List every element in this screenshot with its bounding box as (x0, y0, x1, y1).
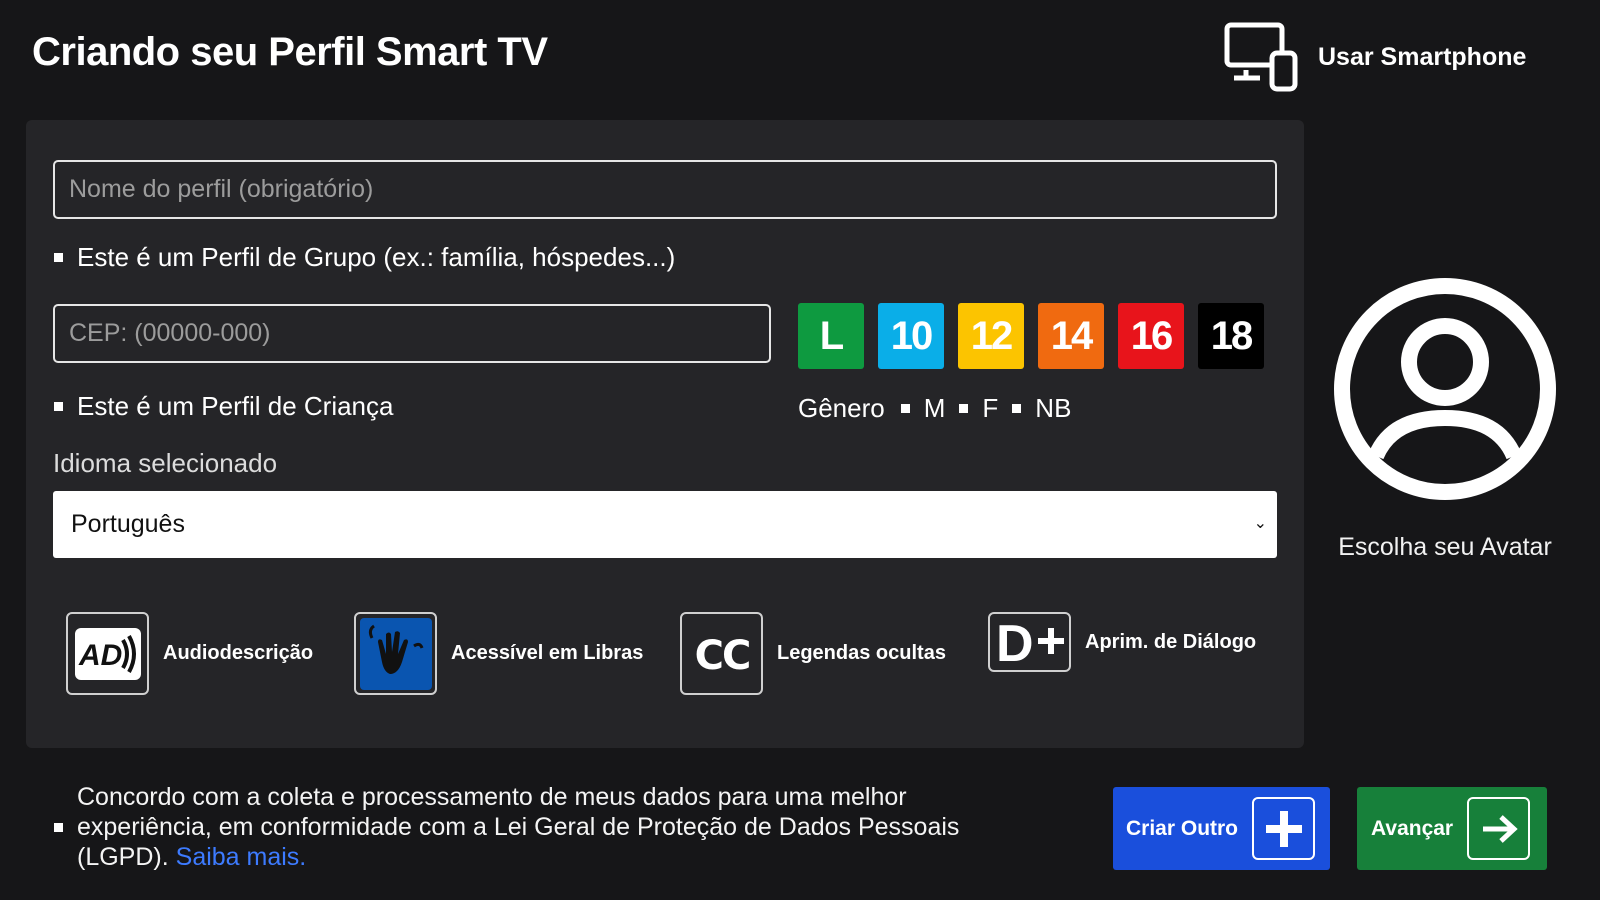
learn-more-link[interactable]: Saiba mais. (176, 843, 307, 871)
profile-name-input[interactable] (53, 160, 1277, 219)
gender-option-m[interactable]: M (900, 393, 946, 424)
radio-box (959, 404, 969, 413)
age-rating-14[interactable]: 14 (1038, 303, 1104, 369)
sign-language-option[interactable]: Acessível em Libras (354, 612, 643, 695)
age-rating-l[interactable]: L (798, 303, 864, 369)
svg-text:AD: AD (78, 639, 122, 672)
use-smartphone-label: Usar Smartphone (1318, 42, 1527, 71)
lgpd-consent-checkbox[interactable]: Concordo com a coleta e processamento de… (54, 782, 1034, 872)
language-label: Idioma selecionado (53, 448, 278, 478)
age-rating-12[interactable]: 12 (958, 303, 1024, 369)
dialogue-enhancement-option[interactable]: D Aprim. de Diálogo (988, 612, 1256, 672)
age-rating-18[interactable]: 18 (1198, 303, 1264, 369)
closed-captions-label: Legendas ocultas (777, 642, 946, 664)
chevron-down-icon: ⌄ (1253, 515, 1267, 532)
sign-language-icon (354, 612, 437, 695)
next-label: Avançar (1371, 816, 1454, 840)
cep-input[interactable] (53, 304, 771, 363)
plus-icon (1252, 797, 1316, 860)
gender-option-label: M (923, 393, 946, 423)
audio-description-icon: AD (66, 612, 149, 695)
checkbox-box (54, 253, 63, 262)
group-profile-label: Este é um Perfil de Grupo (ex.: família,… (77, 242, 676, 272)
gender-selector: Gênero M F NB (798, 393, 1071, 424)
svg-text:D: D (996, 616, 1034, 668)
gender-label: Gênero (798, 393, 885, 423)
language-select[interactable]: Português ⌄ (53, 491, 1277, 558)
gender-option-label: NB (1035, 393, 1072, 423)
create-another-button[interactable]: Criar Outro (1113, 787, 1330, 870)
child-profile-checkbox[interactable]: Este é um Perfil de Criança (54, 391, 393, 422)
arrow-right-icon (1467, 797, 1531, 860)
use-smartphone-button[interactable]: Usar Smartphone (1224, 22, 1526, 92)
devices-icon (1224, 22, 1298, 92)
gender-option-nb[interactable]: NB (1012, 393, 1071, 424)
dialogue-enhancement-icon: D (988, 612, 1071, 672)
lgpd-consent-text: Concordo com a coleta e processamento de… (77, 782, 1034, 872)
closed-captions-option[interactable]: CC Legendas ocultas (680, 612, 946, 695)
radio-box (1012, 404, 1022, 413)
profile-form-panel: Este é um Perfil de Grupo (ex.: família,… (26, 120, 1304, 748)
gender-option-f[interactable]: F (959, 393, 998, 424)
page-title: Criando seu Perfil Smart TV (32, 30, 548, 74)
age-rating-group: L 10 12 14 16 18 (798, 303, 1264, 369)
age-rating-10[interactable]: 10 (878, 303, 944, 369)
radio-box (900, 404, 910, 413)
child-profile-label: Este é um Perfil de Criança (77, 391, 394, 421)
checkbox-box (54, 402, 63, 411)
create-another-label: Criar Outro (1126, 816, 1239, 840)
gender-option-label: F (982, 393, 999, 423)
sign-language-label: Acessível em Libras (451, 642, 644, 664)
language-selected-value: Português (71, 510, 185, 538)
svg-text:CC: CC (694, 633, 749, 679)
next-button[interactable]: Avançar (1357, 787, 1547, 870)
audio-description-label: Audiodescrição (163, 642, 314, 664)
age-rating-16[interactable]: 16 (1118, 303, 1184, 369)
dialogue-enhancement-label: Aprim. de Diálogo (1085, 630, 1257, 653)
choose-avatar-label: Escolha seu Avatar (1338, 533, 1552, 561)
checkbox-box (54, 822, 63, 832)
audio-description-option[interactable]: AD Audiodescrição (66, 612, 313, 695)
user-circle-icon[interactable] (1334, 278, 1556, 500)
group-profile-checkbox[interactable]: Este é um Perfil de Grupo (ex.: família,… (54, 242, 675, 273)
closed-captions-icon: CC (680, 612, 763, 695)
